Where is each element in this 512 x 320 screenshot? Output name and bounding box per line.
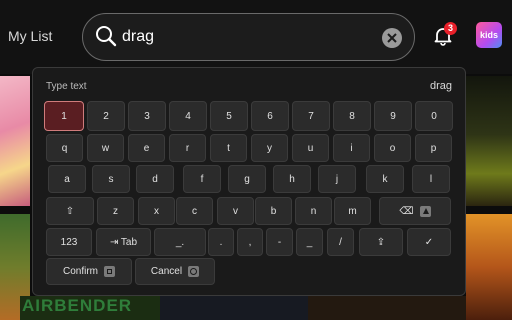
- on-screen-keyboard: Type text drag 1 2 3 4 5 6 7 8 9 0 q w e…: [32, 67, 466, 296]
- cancel-label: Cancel: [150, 266, 183, 277]
- key-n[interactable]: n: [295, 197, 332, 225]
- keyboard-label: Type text: [46, 81, 87, 92]
- key-0[interactable]: 0: [415, 101, 453, 131]
- key-c[interactable]: c: [176, 197, 213, 225]
- key-q[interactable]: q: [46, 134, 83, 162]
- confirm-button[interactable]: Confirm: [46, 258, 132, 285]
- clear-search-icon[interactable]: [382, 28, 402, 48]
- kids-profile-avatar[interactable]: kids: [476, 22, 502, 48]
- key-shift[interactable]: ⇧: [46, 197, 94, 225]
- key-6[interactable]: 6: [251, 101, 289, 131]
- top-bar: My List drag 3 kids: [0, 0, 512, 74]
- key-hyphen[interactable]: -: [266, 228, 293, 256]
- notification-badge: 3: [444, 22, 457, 35]
- key-l[interactable]: l: [412, 165, 450, 193]
- key-z[interactable]: z: [97, 197, 134, 225]
- key-underscore[interactable]: _: [296, 228, 323, 256]
- key-s[interactable]: s: [92, 165, 130, 193]
- key-9[interactable]: 9: [374, 101, 412, 131]
- key-2[interactable]: 2: [87, 101, 125, 131]
- key-w[interactable]: w: [87, 134, 124, 162]
- keyboard-text-preview: drag: [429, 80, 452, 92]
- poster-tile[interactable]: [160, 296, 308, 320]
- poster-title: AIRBENDER: [22, 296, 133, 315]
- key-k[interactable]: k: [366, 165, 404, 193]
- triangle-button-hint-icon: [419, 205, 431, 217]
- square-button-hint-icon: [104, 266, 115, 277]
- key-u[interactable]: u: [292, 134, 329, 162]
- key-period[interactable]: .: [208, 228, 234, 256]
- poster-tile[interactable]: [466, 76, 512, 206]
- nav-my-list[interactable]: My List: [8, 28, 52, 44]
- key-h[interactable]: h: [273, 165, 311, 193]
- key-o[interactable]: o: [374, 134, 411, 162]
- key-t[interactable]: t: [210, 134, 247, 162]
- key-p[interactable]: p: [415, 134, 452, 162]
- key-tab[interactable]: ⇥ Tab: [96, 228, 151, 256]
- cancel-button[interactable]: Cancel: [135, 258, 215, 285]
- key-y[interactable]: y: [251, 134, 288, 162]
- key-i[interactable]: i: [333, 134, 370, 162]
- poster-tile[interactable]: [308, 296, 466, 320]
- key-d[interactable]: d: [136, 165, 174, 193]
- search-query: drag: [122, 28, 155, 45]
- key-j[interactable]: j: [318, 165, 356, 193]
- key-caps-lock[interactable]: ⇪: [359, 228, 403, 256]
- key-x[interactable]: x: [138, 197, 175, 225]
- key-e[interactable]: e: [128, 134, 165, 162]
- backspace-icon: ⌫: [399, 205, 414, 217]
- key-v[interactable]: v: [217, 197, 254, 225]
- poster-tile[interactable]: [466, 214, 512, 320]
- search-icon: [96, 26, 117, 47]
- key-a[interactable]: a: [48, 165, 86, 193]
- key-comma[interactable]: ,: [237, 228, 263, 256]
- key-8[interactable]: 8: [333, 101, 371, 131]
- confirm-label: Confirm: [62, 266, 98, 277]
- key-1[interactable]: 1: [44, 101, 84, 131]
- key-f[interactable]: f: [183, 165, 221, 193]
- key-slash[interactable]: /: [327, 228, 354, 256]
- key-done[interactable]: ✓: [407, 228, 451, 256]
- poster-tile[interactable]: [0, 76, 30, 206]
- key-7[interactable]: 7: [292, 101, 330, 131]
- key-backspace[interactable]: ⌫: [379, 197, 451, 225]
- key-r[interactable]: r: [169, 134, 206, 162]
- key-4[interactable]: 4: [169, 101, 207, 131]
- key-5[interactable]: 5: [210, 101, 248, 131]
- key-3[interactable]: 3: [128, 101, 166, 131]
- search-field[interactable]: drag: [82, 13, 415, 61]
- key-underscore-dot[interactable]: _.: [154, 228, 206, 256]
- key-b[interactable]: b: [255, 197, 292, 225]
- key-123[interactable]: 123: [46, 228, 92, 256]
- circle-button-hint-icon: [188, 266, 200, 277]
- key-g[interactable]: g: [228, 165, 266, 193]
- key-m[interactable]: m: [334, 197, 371, 225]
